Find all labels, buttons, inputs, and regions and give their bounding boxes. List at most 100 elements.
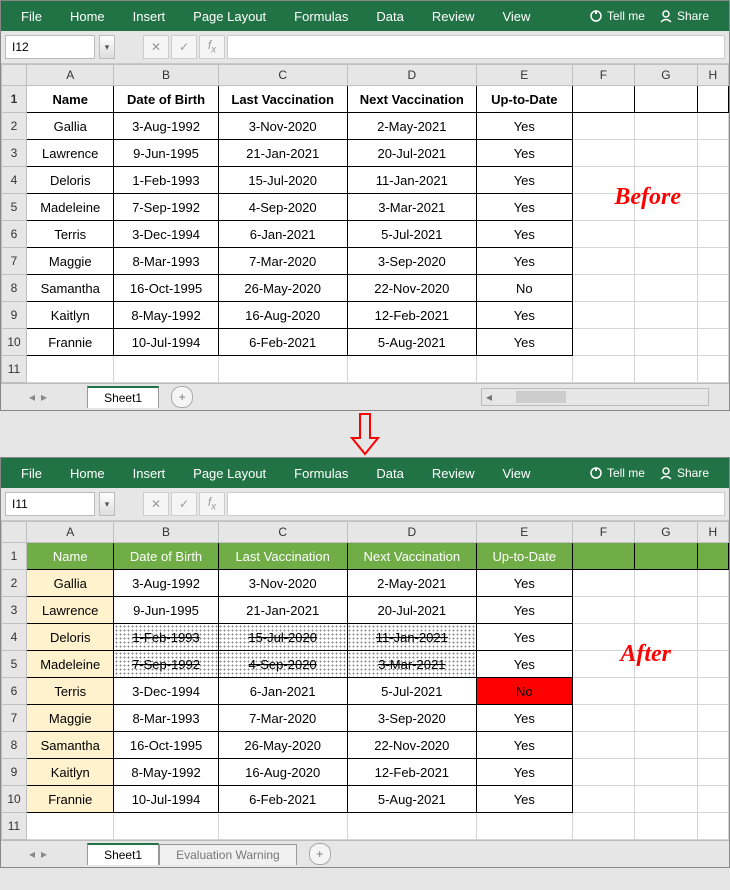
nav-last-icon[interactable]: ▸ [41, 390, 47, 404]
cell[interactable]: 7-Mar-2020 [218, 705, 347, 732]
cell[interactable]: 6-Jan-2021 [218, 678, 347, 705]
col-header[interactable]: H [697, 522, 728, 543]
cell[interactable]: 8-Mar-1993 [114, 705, 218, 732]
sheet-tab[interactable]: Sheet1 [87, 843, 159, 865]
cell[interactable]: 10-Jul-1994 [114, 786, 218, 813]
cell[interactable]: 15-Jul-2020 [218, 167, 347, 194]
cell[interactable]: 6-Feb-2021 [218, 329, 347, 356]
ribbon-tab-formulas[interactable]: Formulas [280, 3, 362, 30]
row-header[interactable]: 3 [2, 140, 27, 167]
cell[interactable]: 4-Sep-2020 [218, 194, 347, 221]
ribbon-tab-view[interactable]: View [488, 460, 544, 487]
cell[interactable]: Terris [26, 678, 113, 705]
cell[interactable]: Yes [476, 624, 572, 651]
cell[interactable]: 6-Jan-2021 [218, 221, 347, 248]
data-header[interactable]: Up-to-Date [476, 86, 572, 113]
cell[interactable]: Frannie [26, 329, 113, 356]
share-button[interactable]: Share [659, 466, 709, 481]
cell[interactable]: 8-Mar-1993 [114, 248, 218, 275]
row-header[interactable]: 1 [2, 543, 27, 570]
cell[interactable]: 21-Jan-2021 [218, 140, 347, 167]
data-header[interactable]: Up-to-Date [476, 543, 572, 570]
cell[interactable]: 3-Mar-2021 [347, 194, 476, 221]
name-box-dropdown[interactable]: ▾ [99, 492, 115, 516]
cell[interactable]: 8-May-1992 [114, 302, 218, 329]
ribbon-tab-insert[interactable]: Insert [119, 460, 180, 487]
cell[interactable]: Maggie [26, 705, 113, 732]
cell[interactable]: Maggie [26, 248, 113, 275]
data-header[interactable]: Date of Birth [114, 543, 218, 570]
cell[interactable]: 20-Jul-2021 [347, 597, 476, 624]
cell[interactable]: Frannie [26, 786, 113, 813]
cell[interactable]: 26-May-2020 [218, 275, 347, 302]
col-header[interactable]: G [635, 65, 697, 86]
cell[interactable]: 3-Nov-2020 [218, 570, 347, 597]
cell[interactable]: Yes [476, 329, 572, 356]
cell[interactable]: 16-Aug-2020 [218, 759, 347, 786]
cell[interactable]: 5-Aug-2021 [347, 329, 476, 356]
data-header[interactable]: Next Vaccination [347, 543, 476, 570]
spreadsheet-grid-before[interactable]: ABCDEFGH1NameDate of BirthLast Vaccinati… [1, 64, 729, 383]
cell[interactable]: 3-Nov-2020 [218, 113, 347, 140]
col-header[interactable]: G [635, 522, 697, 543]
cell[interactable]: 5-Aug-2021 [347, 786, 476, 813]
enter-icon[interactable]: ✓ [171, 35, 197, 59]
cell[interactable]: 3-Aug-1992 [114, 113, 218, 140]
ribbon-tab-review[interactable]: Review [418, 3, 489, 30]
col-header[interactable]: F [572, 65, 634, 86]
cell[interactable]: 9-Jun-1995 [114, 597, 218, 624]
share-button[interactable]: Share [659, 9, 709, 24]
cell[interactable]: 3-Aug-1992 [114, 570, 218, 597]
row-header[interactable]: 8 [2, 732, 27, 759]
nav-first-icon[interactable]: ◂ [29, 847, 35, 861]
cancel-icon[interactable]: ✕ [143, 492, 169, 516]
data-header[interactable]: Last Vaccination [218, 543, 347, 570]
cell[interactable]: 1-Feb-1993 [114, 624, 218, 651]
cell[interactable]: Lawrence [26, 140, 113, 167]
cell[interactable]: 3-Dec-1994 [114, 221, 218, 248]
row-header[interactable]: 4 [2, 167, 27, 194]
eval-warning-tab[interactable]: Evaluation Warning [159, 844, 297, 865]
row-header[interactable]: 10 [2, 786, 27, 813]
col-header[interactable]: C [218, 522, 347, 543]
cell[interactable]: Kaitlyn [26, 759, 113, 786]
fx-icon[interactable]: fx [199, 35, 225, 59]
cell[interactable]: 3-Sep-2020 [347, 248, 476, 275]
row-header[interactable]: 10 [2, 329, 27, 356]
data-header[interactable]: Last Vaccination [218, 86, 347, 113]
col-header[interactable]: C [218, 65, 347, 86]
tell-me[interactable]: Tell me [589, 466, 645, 481]
cell[interactable]: 22-Nov-2020 [347, 732, 476, 759]
formula-input[interactable] [227, 35, 725, 59]
col-header[interactable]: E [476, 65, 572, 86]
cell[interactable]: Yes [476, 194, 572, 221]
cell[interactable]: 26-May-2020 [218, 732, 347, 759]
data-header[interactable]: Next Vaccination [347, 86, 476, 113]
ribbon-tab-view[interactable]: View [488, 3, 544, 30]
nav-first-icon[interactable]: ◂ [29, 390, 35, 404]
cell[interactable]: 7-Mar-2020 [218, 248, 347, 275]
row-header[interactable]: 5 [2, 651, 27, 678]
enter-icon[interactable]: ✓ [171, 492, 197, 516]
cell[interactable]: 3-Dec-1994 [114, 678, 218, 705]
add-sheet-icon[interactable]: + [309, 843, 331, 865]
cancel-icon[interactable]: ✕ [143, 35, 169, 59]
cell[interactable]: Yes [476, 302, 572, 329]
cell[interactable]: 7-Sep-1992 [114, 651, 218, 678]
col-header[interactable]: F [572, 522, 634, 543]
ribbon-tab-data[interactable]: Data [362, 460, 417, 487]
cell[interactable]: No [476, 275, 572, 302]
data-header[interactable]: Name [26, 543, 113, 570]
cell[interactable]: Deloris [26, 167, 113, 194]
cell[interactable]: Yes [476, 786, 572, 813]
col-header[interactable]: D [347, 65, 476, 86]
col-header[interactable]: B [114, 522, 218, 543]
ribbon-tab-home[interactable]: Home [56, 3, 119, 30]
row-header[interactable]: 7 [2, 705, 27, 732]
name-box-dropdown[interactable]: ▾ [99, 35, 115, 59]
add-sheet-icon[interactable]: + [171, 386, 193, 408]
ribbon-tab-file[interactable]: File [7, 460, 56, 487]
cell[interactable]: Gallia [26, 570, 113, 597]
col-header[interactable]: A [26, 522, 113, 543]
cell[interactable]: 15-Jul-2020 [218, 624, 347, 651]
